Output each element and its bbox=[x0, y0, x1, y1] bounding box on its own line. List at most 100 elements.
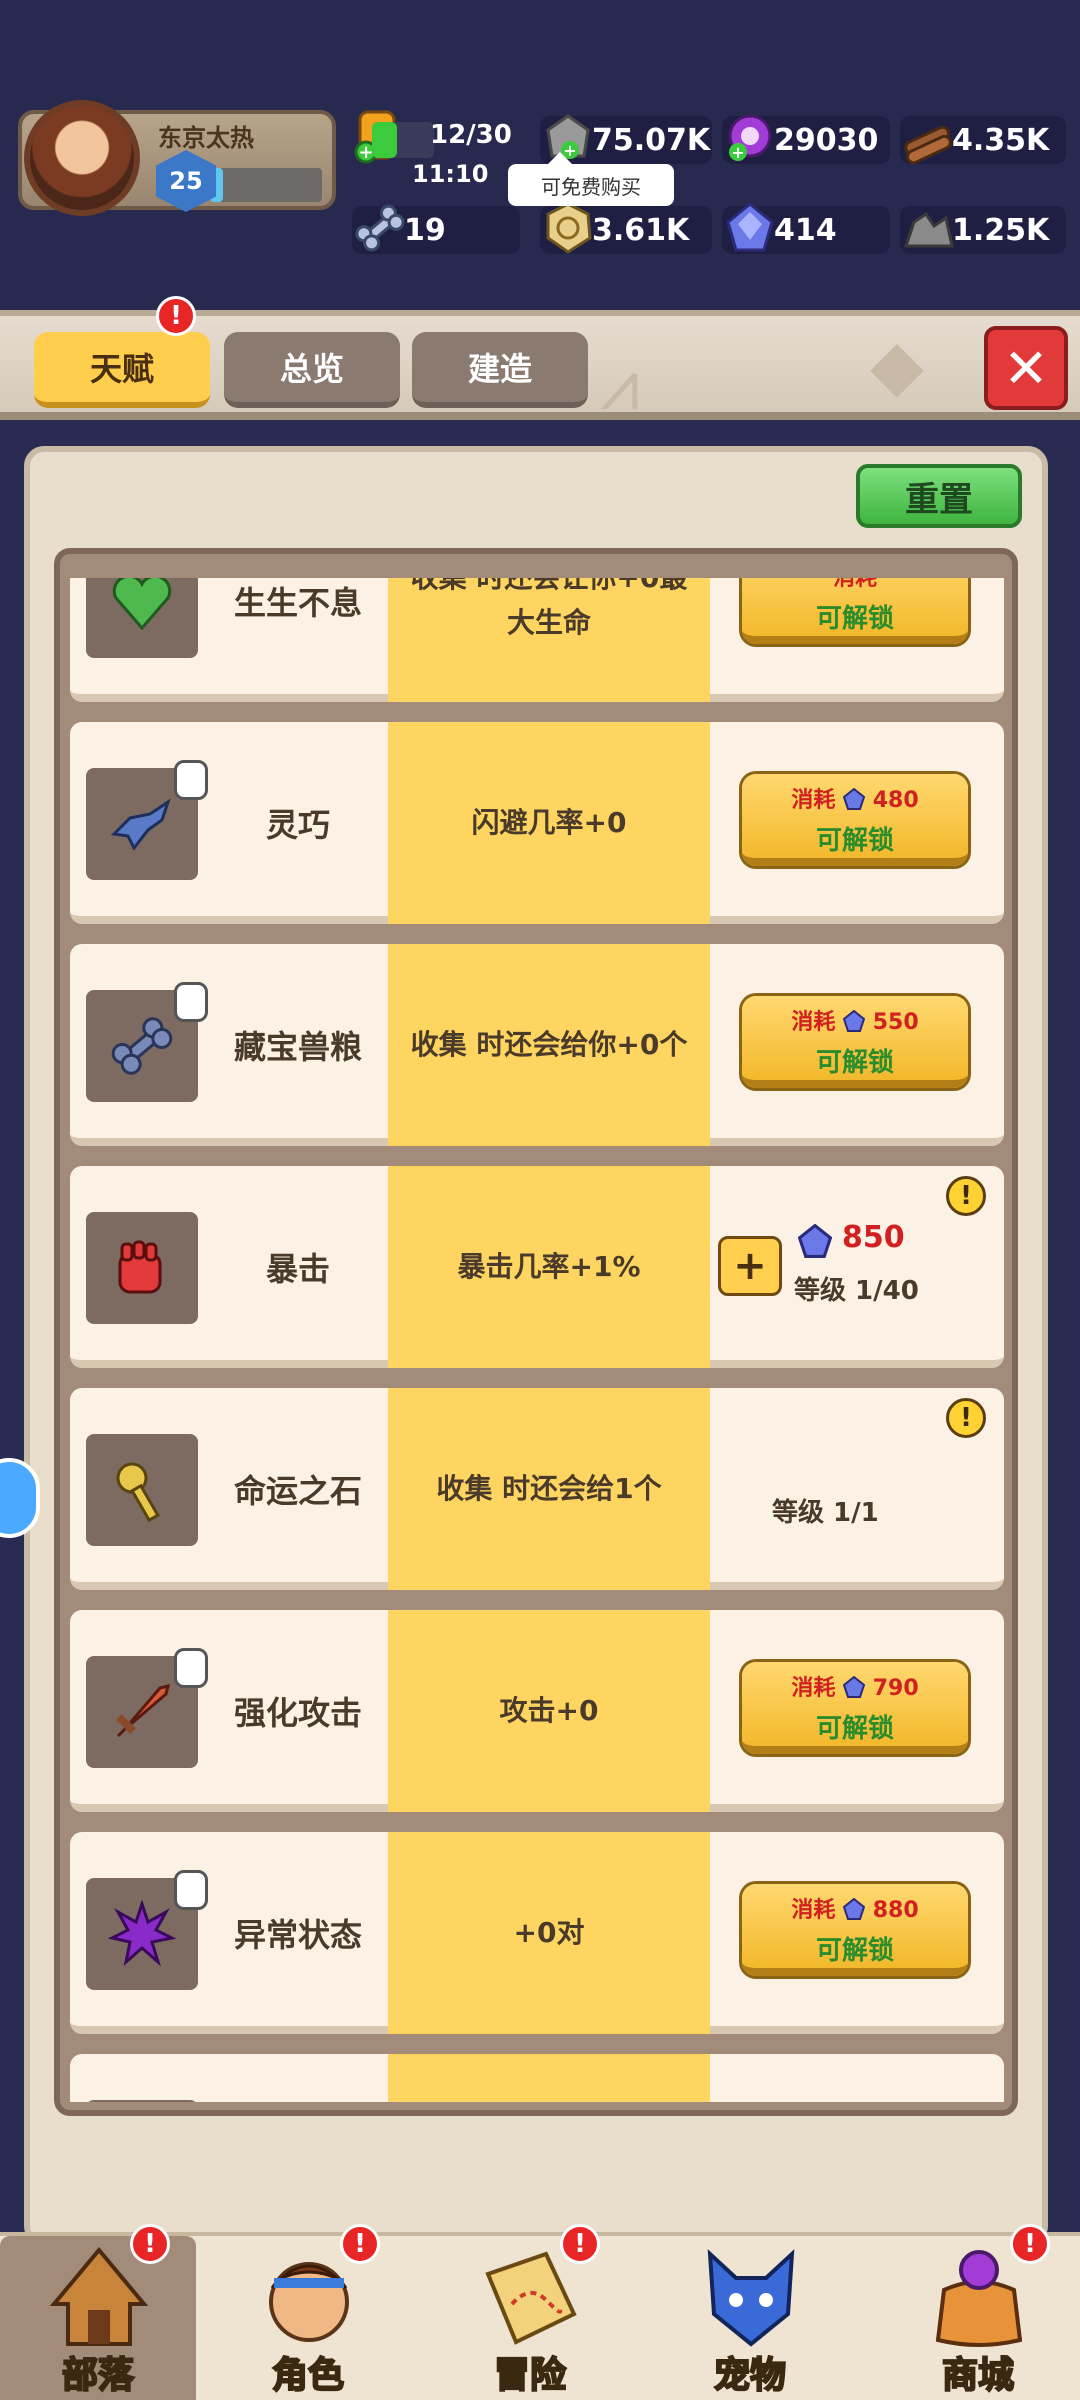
lock-icon bbox=[174, 1648, 208, 1688]
talent-description: +0对 bbox=[388, 1832, 710, 2034]
nav-tribe-alert-badge: ! bbox=[130, 2224, 170, 2264]
tab-overview[interactable]: 总览 bbox=[224, 332, 400, 408]
rock-value: 1.25K bbox=[952, 212, 1050, 248]
gem-icon bbox=[843, 1898, 866, 1920]
unlock-label: 可解锁 bbox=[815, 1048, 894, 1078]
talent-name: 生生不息 bbox=[233, 584, 362, 622]
alert-icon: ! bbox=[946, 1176, 986, 1216]
cost-label: 消耗 bbox=[791, 1898, 836, 1923]
bone-icon bbox=[111, 1017, 173, 1075]
energy-bar-fill bbox=[372, 122, 397, 158]
purple-orb-counter[interactable]: + 29030 bbox=[722, 114, 890, 164]
shop-bag-icon bbox=[935, 2250, 1023, 2347]
nav-adventure-label: 冒险 bbox=[493, 2354, 567, 2397]
unlock-cost: 消耗 790 bbox=[742, 1670, 968, 1702]
stone-crystal-value: 75.07K bbox=[592, 122, 711, 158]
cost-value: 790 bbox=[872, 1676, 919, 1701]
unlock-button[interactable]: 消耗 可解锁 bbox=[742, 578, 968, 644]
stone-coin-icon bbox=[546, 202, 592, 254]
rock-counter[interactable]: 1.25K bbox=[900, 206, 1066, 254]
player-avatar[interactable] bbox=[24, 100, 140, 216]
talent-list[interactable]: 生生不息 收集 时还会让你+0最大生命 消耗 可解锁 灵巧 闪避几率+0 消耗 … bbox=[70, 578, 1004, 2102]
unlock-label: 可解锁 bbox=[815, 604, 894, 634]
talent-description: 暴击几率+1% bbox=[388, 1166, 710, 1368]
unlock-cost: 消耗 480 bbox=[742, 782, 968, 814]
unlock-button[interactable]: 消耗 550 可解锁 bbox=[742, 996, 968, 1088]
talent-name: 藏宝兽粮 bbox=[233, 1028, 362, 1066]
nav-shop[interactable]: 商城 bbox=[880, 2236, 1076, 2400]
gem-icon bbox=[726, 202, 774, 252]
unlock-cost: 消耗 550 bbox=[742, 1004, 968, 1036]
free-purchase-tooltip: 可免费购买 bbox=[508, 152, 674, 206]
nav-shop-label: 商城 bbox=[941, 2354, 1015, 2397]
close-button[interactable]: ✕ bbox=[984, 326, 1068, 410]
xp-bar bbox=[210, 168, 322, 202]
wood-value: 4.35K bbox=[952, 122, 1050, 158]
green-heart-icon bbox=[112, 578, 172, 631]
tab-build[interactable]: 建造 bbox=[412, 332, 588, 408]
talent-description: 收集 时还会给1个 bbox=[388, 1388, 710, 1590]
cost-label: 消耗 bbox=[832, 578, 877, 591]
talent-icon-frame bbox=[86, 982, 208, 1102]
golden-key-icon bbox=[116, 1462, 160, 1523]
nav-pet-label: 宠物 bbox=[713, 2354, 787, 2397]
talent-description: 收集 时还会让你+0最大生命 bbox=[388, 578, 710, 702]
talent-description: 攻击+0 bbox=[388, 1610, 710, 1812]
talent-name: 异常状态 bbox=[233, 1916, 362, 1954]
cost-value: 550 bbox=[872, 1010, 919, 1035]
talent-name: 灵巧 bbox=[265, 806, 330, 844]
talent-icon-frame bbox=[86, 1434, 198, 1546]
upgrade-plus-button[interactable]: + bbox=[718, 1236, 782, 1296]
unlock-cost: 消耗 880 bbox=[742, 1892, 968, 1924]
nav-tribe[interactable]: 部落 bbox=[0, 2236, 196, 2400]
talent-icon-frame bbox=[86, 1870, 208, 1990]
talent-name: 命运之石 bbox=[233, 1472, 362, 1510]
gem-value: 414 bbox=[774, 212, 837, 248]
coin-value: 3.61K bbox=[592, 212, 690, 248]
wolf-decoration-icon: ◆ bbox=[870, 324, 924, 406]
purple-splash-icon bbox=[108, 1900, 176, 1967]
talent-icon-frame bbox=[86, 2100, 198, 2102]
unlock-button[interactable]: 消耗 480 可解锁 bbox=[742, 774, 968, 866]
character-face-icon bbox=[269, 2262, 349, 2342]
unlock-label: 可解锁 bbox=[815, 1936, 894, 1966]
gem-counter[interactable]: 414 bbox=[722, 202, 890, 254]
cost-label: 消耗 bbox=[791, 1676, 836, 1701]
coin-counter[interactable]: 3.61K bbox=[540, 202, 712, 254]
tab-talent[interactable]: 天赋 bbox=[34, 332, 210, 408]
upgrade-cost: 850 bbox=[842, 1220, 905, 1255]
bone-icon bbox=[355, 204, 405, 252]
sword-icon bbox=[116, 1683, 171, 1738]
lock-icon bbox=[174, 760, 208, 800]
player-name: 东京太热 bbox=[158, 124, 254, 152]
cost-value: 880 bbox=[872, 1898, 919, 1923]
unlock-button[interactable]: 消耗 790 可解锁 bbox=[742, 1662, 968, 1754]
nav-pet[interactable]: 宠物 bbox=[652, 2236, 848, 2400]
leaping-wolf-icon bbox=[110, 798, 171, 851]
unlock-label: 可解锁 bbox=[815, 1714, 894, 1744]
nav-character-alert-badge: ! bbox=[340, 2224, 380, 2264]
bone-counter[interactable]: 19 bbox=[352, 204, 520, 254]
unlock-label: 可解锁 bbox=[815, 826, 894, 856]
unlock-cost: 消耗 bbox=[742, 578, 968, 592]
talent-icon-frame bbox=[86, 760, 208, 880]
talent-row-crit: 暴击 暴击几率+1% + 850 等级 1/40 ! bbox=[70, 1166, 1004, 1368]
nav-adventure-alert-badge: ! bbox=[560, 2224, 600, 2264]
talent-description bbox=[388, 2054, 710, 2102]
reset-button[interactable]: 重置 bbox=[856, 464, 1022, 528]
rock-pile-icon bbox=[903, 211, 954, 248]
talent-level: 等级 1/1 bbox=[772, 1498, 879, 1528]
talent-icon-frame bbox=[86, 1648, 208, 1768]
nav-tribe-label: 部落 bbox=[61, 2354, 135, 2397]
nav-adventure[interactable]: 冒险 bbox=[432, 2236, 628, 2400]
nav-character[interactable]: 角色 bbox=[210, 2236, 406, 2400]
wood-counter[interactable]: 4.35K bbox=[900, 116, 1066, 165]
paw-decoration-icon: ⩘ bbox=[600, 344, 640, 426]
talent-row-treasure-feed: 藏宝兽粮 收集 时还会给你+0个 消耗 550 可解锁 bbox=[70, 944, 1004, 1146]
red-fist-icon bbox=[118, 1240, 162, 1294]
talent-row-vitality: 生生不息 收集 时还会让你+0最大生命 消耗 可解锁 bbox=[70, 578, 1004, 702]
nav-character-label: 角色 bbox=[271, 2354, 345, 2397]
talent-row-attack-boost: 强化攻击 攻击+0 消耗 790 可解锁 bbox=[70, 1610, 1004, 1812]
unlock-button[interactable]: 消耗 880 可解锁 bbox=[742, 1884, 968, 1976]
talent-name: 暴击 bbox=[265, 1250, 330, 1288]
